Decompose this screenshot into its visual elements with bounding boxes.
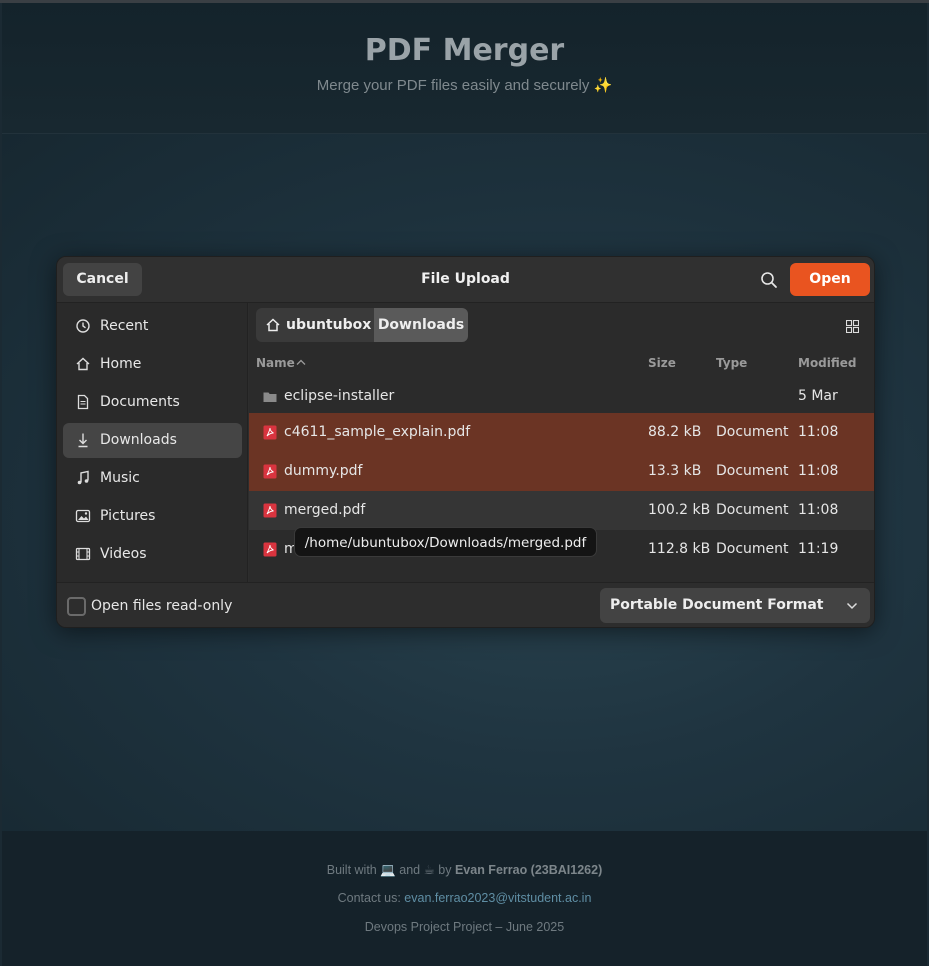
footer-credits: Built with 💻 and ☕ by Evan Ferrao (23BAI… <box>2 862 927 878</box>
sidebar-item-label: Recent <box>100 318 149 334</box>
page-subtitle: Merge your PDF files easily and securely… <box>316 77 613 94</box>
chevron-down-icon <box>846 602 858 610</box>
file-name: eclipse-installer <box>284 388 395 404</box>
grid-view-icon[interactable] <box>846 320 859 333</box>
page-title: PDF Merger <box>364 33 565 68</box>
document-icon <box>77 394 89 410</box>
search-icon[interactable] <box>759 270 779 290</box>
sidebar-item-recent[interactable]: Recent <box>63 309 242 344</box>
picture-icon <box>75 509 91 523</box>
music-icon <box>77 470 89 485</box>
sidebar-item-downloads[interactable]: Downloads <box>63 423 242 458</box>
folder-icon <box>263 392 277 402</box>
file-modified: 11:08 <box>798 502 839 518</box>
column-header-name[interactable]: Name <box>256 356 295 370</box>
file-type: Document <box>716 541 789 557</box>
home-icon <box>266 318 280 332</box>
sidebar-item-videos[interactable]: Videos <box>63 537 242 572</box>
pdf-file-icon <box>263 464 277 479</box>
file-modified: 11:08 <box>798 424 839 440</box>
page-header: PDF Merger Merge your PDF files easily a… <box>2 3 927 134</box>
pdf-file-icon <box>263 425 277 440</box>
video-icon <box>75 547 91 561</box>
file-row[interactable]: dummy.pdf 13.3 kB Document 11:08 <box>249 452 874 491</box>
page-footer: Built with 💻 and ☕ by Evan Ferrao (23BAI… <box>2 831 927 966</box>
dialog-footer: Open files read-only Portable Document F… <box>57 582 874 627</box>
filter-label: Portable Document Format (PDF) <box>610 597 824 613</box>
readonly-checkbox[interactable] <box>67 597 86 616</box>
sidebar-item-label: Videos <box>100 546 147 562</box>
column-header-size[interactable]: Size <box>648 356 676 370</box>
open-button[interactable]: Open <box>790 263 870 296</box>
file-name: merged.pdf <box>284 502 366 518</box>
breadcrumb-downloads[interactable]: Downloads <box>374 308 468 342</box>
file-modified: 11:08 <box>798 463 839 479</box>
footer-contact-prefix: Contact us: <box>337 891 405 905</box>
sidebar-item-documents[interactable]: Documents <box>63 385 242 420</box>
file-modified: 11:19 <box>798 541 839 557</box>
home-icon <box>76 357 90 371</box>
dialog-header: Cancel File Upload Open <box>57 257 874 303</box>
file-size: 100.2 kB <box>648 502 711 518</box>
clock-icon <box>76 319 90 333</box>
sidebar-item-pictures[interactable]: Pictures <box>63 499 242 534</box>
sidebar-item-label: Home <box>100 356 142 372</box>
column-header-modified[interactable]: Modified <box>798 356 857 370</box>
breadcrumb-home[interactable]: ubuntubox <box>256 308 374 342</box>
file-name: c4611_sample_explain.pdf <box>284 424 471 440</box>
places-sidebar: Recent Home Documents Downloads Music Pi… <box>57 303 248 582</box>
footer-author: Evan Ferrao (23BAI1262) <box>454 863 603 877</box>
footer-contact: Contact us: evan.ferrao2023@vitstudent.a… <box>2 891 927 905</box>
sidebar-item-music[interactable]: Music <box>63 461 242 496</box>
file-size: 112.8 kB <box>648 541 711 557</box>
sidebar-item-label: Downloads <box>100 432 177 448</box>
footer-project: Devops Project Project – June 2025 <box>364 920 565 934</box>
file-type: Document <box>716 424 789 440</box>
column-header-type[interactable]: Type <box>716 356 747 370</box>
download-icon <box>78 433 88 448</box>
readonly-label[interactable]: Open files read-only <box>91 598 232 614</box>
footer-built-prefix: Built with 💻 and ☕ by <box>326 863 455 877</box>
file-type-filter-dropdown[interactable]: Portable Document Format (PDF) <box>600 588 870 623</box>
file-size: 13.3 kB <box>648 463 702 479</box>
file-row[interactable]: c4611_sample_explain.pdf 88.2 kB Documen… <box>249 413 874 452</box>
breadcrumb-label: ubuntubox <box>286 317 372 333</box>
sidebar-item-label: Music <box>100 470 140 486</box>
file-row[interactable]: merged.pdf 100.2 kB Document 11:08 <box>249 491 874 530</box>
file-modified: 5 Mar <box>798 388 838 404</box>
sidebar-item-label: Pictures <box>100 508 156 524</box>
file-size: 88.2 kB <box>648 424 702 440</box>
sort-ascending-icon <box>296 359 306 365</box>
file-type: Document <box>716 502 789 518</box>
file-row[interactable]: eclipse-installer 5 Mar <box>249 377 874 416</box>
path-tooltip: /home/ubuntubox/Downloads/merged.pdf <box>294 527 597 557</box>
file-upload-dialog: Cancel File Upload Open Recent Home Docu… <box>56 256 875 628</box>
sidebar-item-home[interactable]: Home <box>63 347 242 382</box>
pdf-file-icon <box>263 542 277 557</box>
pdf-file-icon <box>263 503 277 518</box>
sidebar-item-label: Documents <box>100 394 180 410</box>
footer-email-link[interactable]: evan.ferrao2023@vitstudent.ac.in <box>404 891 591 905</box>
file-name: dummy.pdf <box>284 463 363 479</box>
file-type: Document <box>716 463 789 479</box>
dialog-title: File Upload <box>421 271 510 287</box>
